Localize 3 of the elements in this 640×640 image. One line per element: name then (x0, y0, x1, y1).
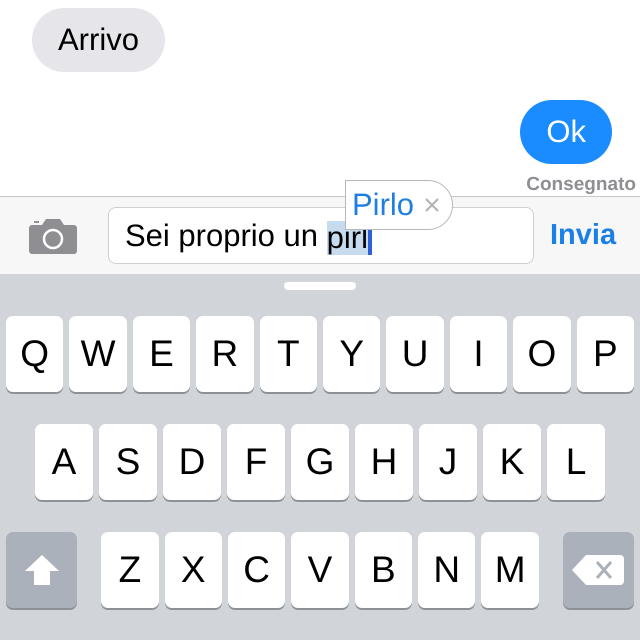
sent-message-bubble: Ok (520, 100, 612, 164)
received-message-bubble: Arrivo (32, 8, 165, 72)
delivery-status: Consegnato (526, 174, 636, 196)
